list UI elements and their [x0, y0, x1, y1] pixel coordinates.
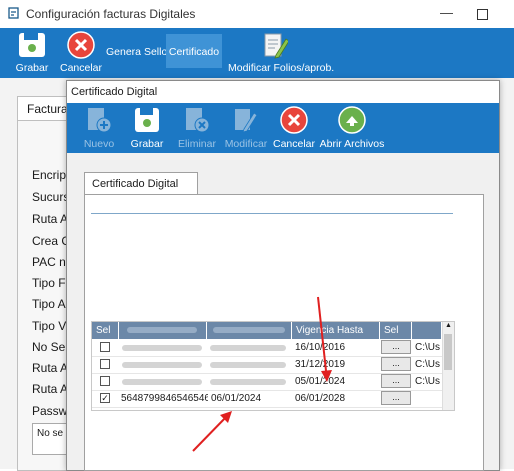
- arrow-head-icon: [321, 370, 332, 382]
- annotation-arrows: [192, 296, 332, 452]
